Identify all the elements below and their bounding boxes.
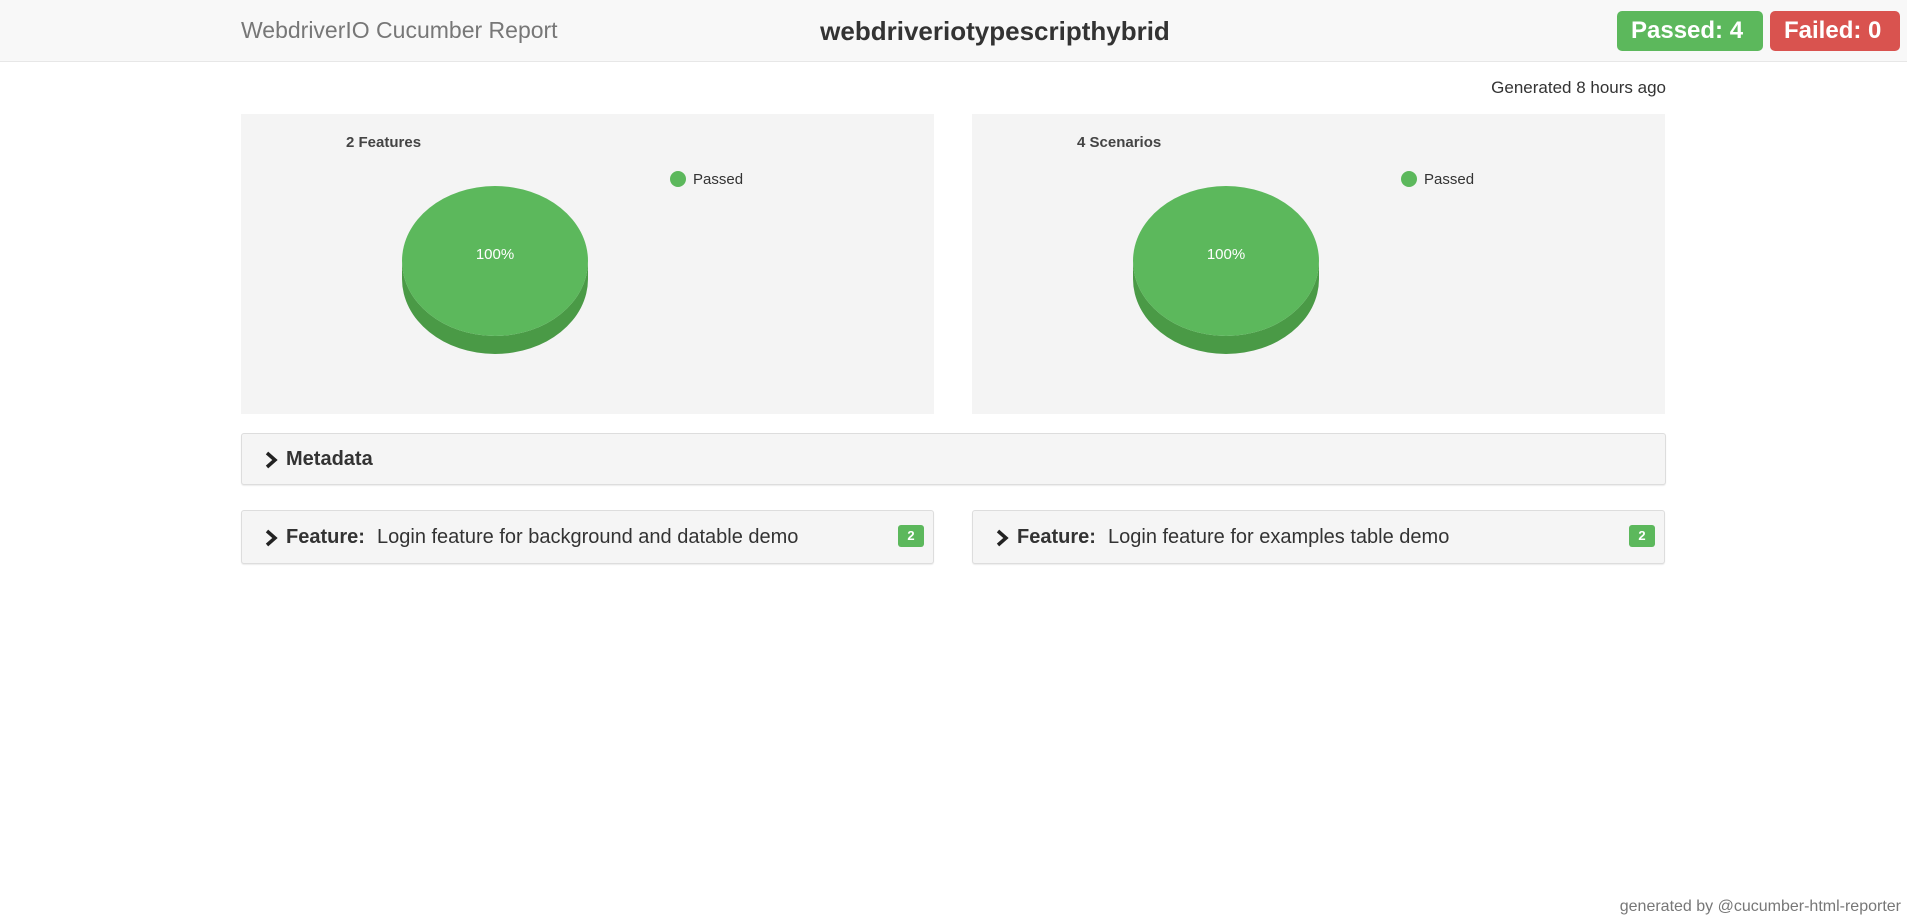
feature-keyword: Feature: (286, 526, 365, 548)
pie-data-label: 100% (1207, 246, 1245, 263)
pie-slices (402, 186, 588, 354)
feature-name: Login feature for examples table demo (1108, 526, 1450, 548)
footer-credit: generated by @cucumber-html-reporter (1619, 898, 1901, 915)
generated-time: Generated 8 hours ago (1491, 78, 1666, 97)
features-chart-panel: 2 Features 100% Passed (241, 114, 934, 414)
chevron-right-icon (265, 529, 278, 547)
features-pie-chart: 2 Features 100% Passed (346, 134, 743, 354)
pie-slices (1133, 186, 1319, 354)
legend-label-passed[interactable]: Passed (1424, 171, 1474, 188)
legend-swatch-passed[interactable] (1401, 171, 1417, 187)
scenarios-pie-chart: 4 Scenarios 100% Passed (1077, 134, 1474, 354)
legend-swatch-passed[interactable] (670, 171, 686, 187)
scenario-count-badge: 2 (898, 525, 924, 547)
metadata-title: Metadata (286, 448, 373, 470)
navbar: WebdriverIO Cucumber Report webdriveriot… (0, 0, 1907, 62)
pie-data-label: 100% (476, 246, 514, 263)
chart-title: 2 Features (346, 134, 421, 151)
feature-panel[interactable]: Feature: Login feature for background an… (241, 510, 934, 564)
feature-keyword: Feature: (1017, 526, 1096, 548)
failed-count-badge: Failed: 0 (1770, 11, 1900, 51)
chevron-right-icon (996, 529, 1009, 547)
chevron-right-icon (265, 451, 278, 469)
legend-label-passed[interactable]: Passed (693, 171, 743, 188)
chart-title: 4 Scenarios (1077, 134, 1161, 151)
feature-panel[interactable]: Feature: Login feature for examples tabl… (972, 510, 1665, 564)
passed-count-badge: Passed: 4 (1617, 11, 1763, 51)
feature-name: Login feature for background and datable… (377, 526, 799, 548)
scenarios-chart-panel: 4 Scenarios 100% Passed (972, 114, 1665, 414)
metadata-panel[interactable]: Metadata (241, 433, 1666, 485)
scenario-count-badge: 2 (1629, 525, 1655, 547)
